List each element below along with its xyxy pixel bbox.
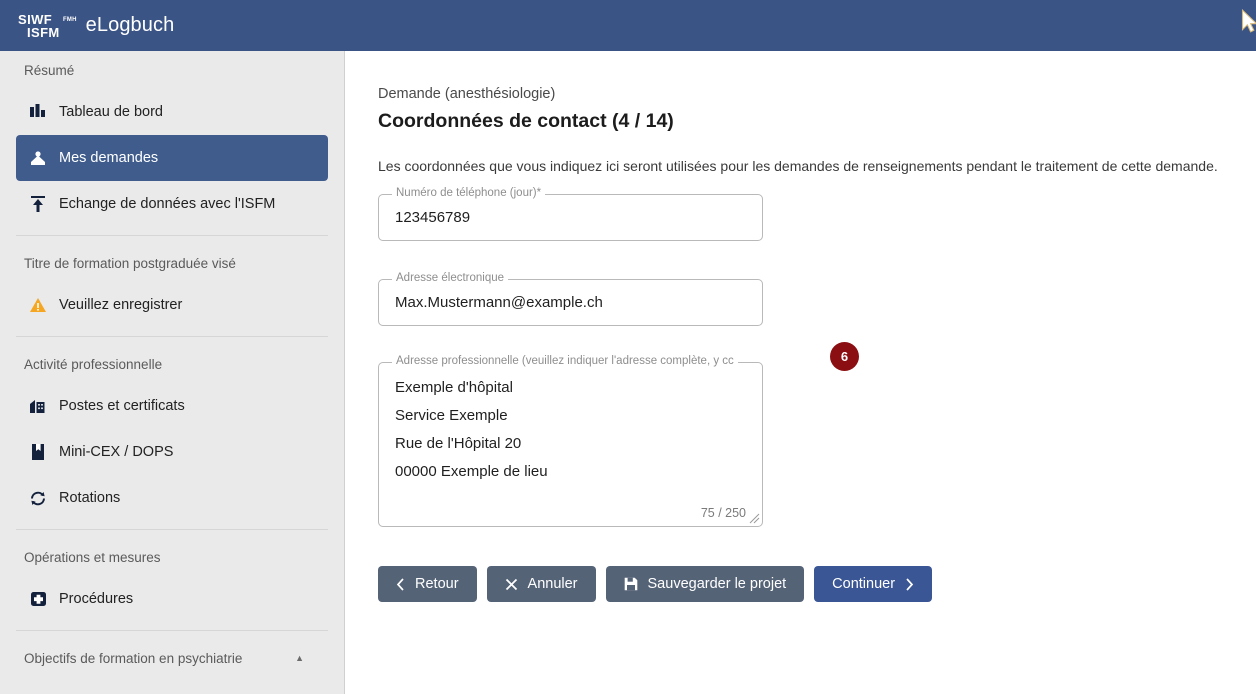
save-draft-button-label: Sauvegarder le projet	[647, 576, 787, 592]
character-counter: 75 / 250	[700, 506, 746, 520]
cancel-button[interactable]: Annuler	[486, 566, 596, 602]
sidebar-item-veuillez-enregistrer[interactable]: Veuillez enregistrer	[16, 282, 328, 328]
sidebar-item-label: Procédures	[59, 591, 134, 607]
breadcrumb: Demande (anesthésiologie)	[378, 86, 556, 102]
form-action-bar: Retour Annuler Sauvegarder le projet Con…	[378, 566, 933, 602]
address-line: Service Exemple	[395, 407, 508, 424]
chevron-left-icon	[396, 577, 405, 591]
sidebar-item-tableau-de-bord[interactable]: Tableau de bord	[16, 89, 328, 135]
address-field-label: Adresse professionnelle (veuillez indiqu…	[392, 355, 738, 367]
chevron-right-icon	[905, 577, 914, 591]
mouse-pointer-icon	[1241, 8, 1256, 33]
back-button[interactable]: Retour	[378, 566, 477, 602]
logo-line-2: ISFM	[27, 24, 60, 40]
main-content: Demande (anesthésiologie) Coordonnées de…	[346, 51, 1256, 694]
sidebar-divider	[16, 235, 328, 236]
sidebar-heading-label: Opérations et mesures	[24, 549, 161, 565]
sidebar-heading-label: Titre de formation postgraduée visé	[24, 255, 236, 271]
siwf-isfm-logo: SIWF ISFM FMH	[18, 13, 76, 40]
save-floppy-icon	[624, 577, 638, 591]
address-field[interactable]: Adresse professionnelle (veuillez indiqu…	[378, 355, 763, 527]
intro-text: Les coordonnées que vous indiquez ici se…	[378, 158, 1218, 174]
sidebar-item-procedures[interactable]: Procédures	[16, 576, 328, 622]
sidebar-heading-resume: Résumé	[0, 51, 344, 89]
sidebar-divider	[16, 336, 328, 337]
email-field[interactable]: Adresse électronique Max.Mustermann@exam…	[378, 272, 763, 326]
sidebar-heading-titre-formation: Titre de formation postgraduée visé	[0, 244, 344, 282]
sidebar-item-label: Rotations	[59, 490, 121, 506]
sidebar-item-rotations[interactable]: Rotations	[16, 475, 328, 521]
brand-logo[interactable]: SIWF ISFM FMH eLogbuch	[18, 13, 174, 39]
app-header: SIWF ISFM FMH eLogbuch	[0, 0, 1256, 51]
sidebar-heading-label: Résumé	[24, 62, 75, 78]
step-badge: 6	[830, 342, 859, 371]
back-button-label: Retour	[415, 576, 459, 592]
sidebar-item-mes-demandes[interactable]: Mes demandes	[16, 135, 328, 181]
address-line: Exemple d'hôpital	[395, 379, 513, 396]
continue-button-label: Continuer	[832, 576, 896, 592]
email-field-value[interactable]: Max.Mustermann@example.ch	[379, 280, 762, 325]
refresh-icon	[25, 490, 51, 507]
close-x-icon	[505, 578, 518, 591]
sidebar-nav[interactable]: Résumé Tableau de bord Mes demandes Echa…	[0, 51, 345, 694]
address-line: Rue de l'Hôpital 20	[395, 435, 522, 452]
sidebar-item-label: Mes demandes	[59, 150, 159, 166]
continue-button[interactable]: Continuer	[814, 566, 933, 602]
resize-handle-icon[interactable]	[748, 512, 760, 524]
phone-field[interactable]: Numéro de téléphone (jour)* 123456789	[378, 187, 763, 241]
sidebar-heading-label: Objectifs de formation en psychiatrie	[24, 650, 243, 666]
inbox-icon	[25, 150, 51, 167]
sidebar-heading-objectifs-formation[interactable]: Objectifs de formation en psychiatrie ▲	[0, 639, 344, 677]
phone-field-label: Numéro de téléphone (jour)*	[392, 187, 546, 199]
sidebar-item-label: Tableau de bord	[59, 104, 163, 120]
app-title: eLogbuch	[85, 14, 175, 36]
sidebar-item-echange-de-donnees[interactable]: Echange de données avec l'ISFM	[16, 181, 328, 227]
sidebar-item-label: Echange de données avec l'ISFM	[59, 196, 276, 212]
sidebar-item-postes-et-certificats[interactable]: Postes et certificats	[16, 383, 328, 429]
sidebar-item-mini-cex-dops[interactable]: Mini-CEX / DOPS	[16, 429, 328, 475]
medical-cross-icon	[25, 591, 51, 607]
address-line: 00000 Exemple de lieu	[395, 463, 548, 480]
phone-field-value[interactable]: 123456789	[379, 195, 762, 240]
upload-icon	[25, 195, 51, 213]
sidebar-heading-operations-et-mesures: Opérations et mesures	[0, 538, 344, 576]
sidebar-divider	[16, 529, 328, 530]
sidebar-divider	[16, 630, 328, 631]
chevron-up-icon[interactable]: ▲	[295, 653, 304, 663]
bookmark-icon	[25, 443, 51, 461]
sidebar-heading-label: Activité professionnelle	[24, 356, 163, 372]
page-title: Coordonnées de contact (4 / 14)	[378, 110, 674, 132]
sidebar-item-label: Postes et certificats	[59, 398, 185, 414]
logo-superscript: FMH	[63, 16, 77, 23]
sidebar-item-label: Veuillez enregistrer	[59, 297, 183, 313]
sidebar-heading-activite-professionnelle: Activité professionnelle	[0, 345, 344, 383]
email-field-label: Adresse électronique	[392, 272, 509, 284]
sidebar-item-label: Mini-CEX / DOPS	[59, 444, 174, 460]
hospital-icon	[25, 398, 51, 414]
warning-triangle-icon	[25, 297, 51, 313]
address-field-value[interactable]: Exemple d'hôpital Service Exemple Rue de…	[379, 363, 762, 486]
dashboard-icon	[25, 104, 51, 120]
save-draft-button[interactable]: Sauvegarder le projet	[605, 566, 805, 602]
cancel-button-label: Annuler	[527, 576, 578, 592]
